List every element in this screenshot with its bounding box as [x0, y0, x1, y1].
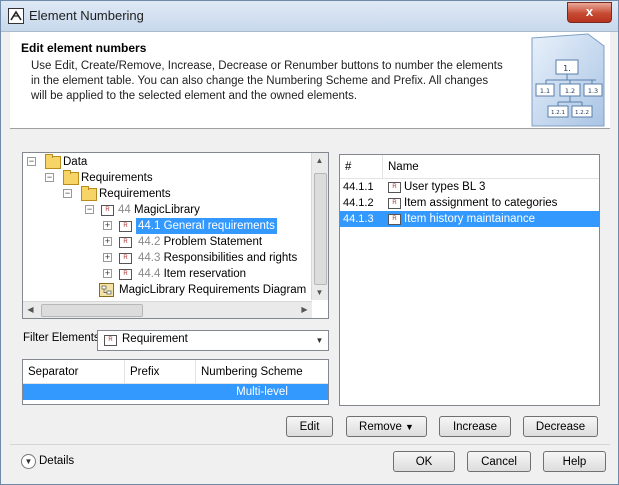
ok-button-label: OK [415, 456, 433, 468]
scroll-down-arrow-icon[interactable]: ▼ [312, 285, 327, 300]
collapse-icon[interactable]: − [63, 189, 72, 198]
table-row[interactable]: 44.1.1 R User types BL 3 [340, 179, 599, 195]
help-button[interactable]: Help [543, 451, 606, 472]
tree-item-label: MagicLibrary Requirements Diagram [119, 284, 307, 296]
filter-value: Requirement [122, 333, 188, 345]
header-title: Edit element numbers [21, 41, 147, 55]
tree-item-number: 44.4 [138, 268, 161, 280]
tree-item-number: 44.2 [138, 236, 161, 248]
column-header-numbering-scheme[interactable]: Numbering Scheme [196, 360, 328, 384]
tree-item-number: 44 [118, 204, 131, 216]
numbering-graphic-icon: 1. 1.1 1.2 1.3 1.2.1 1.2.2 [531, 33, 605, 127]
requirement-icon: R [119, 253, 132, 264]
graphic-root-label: 1. [563, 64, 571, 73]
table-row[interactable]: 44.1.3 R Item history maintainance [340, 211, 599, 227]
table-row[interactable]: Multi-level [23, 384, 328, 400]
tree-item-label: Item reservation [163, 268, 247, 280]
dropdown-arrow-icon: ▼ [405, 422, 414, 432]
numbering-scheme-cell[interactable]: Multi-level [196, 384, 328, 400]
element-name: Item assignment to categories [404, 197, 558, 209]
requirement-icon: R [119, 221, 132, 232]
element-number: 44.1.3 [343, 213, 374, 225]
ok-button[interactable]: OK [393, 451, 455, 472]
scroll-thumb[interactable] [314, 173, 327, 285]
tree-item-label: Problem Statement [163, 236, 263, 248]
increase-button-label: Increase [452, 421, 498, 433]
close-button[interactable]: x [567, 2, 612, 23]
chevron-down-circle-icon[interactable]: ▼ [21, 454, 36, 469]
tree-item-label: Responsibilities and rights [163, 252, 298, 264]
graphic-child-label: 1.3 [588, 87, 598, 95]
tree-item-number: 44.1 [138, 220, 161, 232]
decrease-button-label: Decrease [535, 421, 586, 433]
window-title: Element Numbering [29, 8, 144, 23]
graphic-leaf-label: 1.2.1 [551, 110, 565, 116]
tree-item-label: Requirements [99, 188, 171, 200]
element-table[interactable]: # Name 44.1.1 R User types BL 3 44.1.2 R… [339, 154, 600, 406]
folder-icon [63, 170, 79, 185]
footer-divider [10, 444, 610, 445]
element-number: 44.1.2 [343, 197, 374, 209]
graphic-child-label: 1.1 [540, 87, 550, 95]
edit-button[interactable]: Edit [286, 416, 333, 437]
tree-item-label: Requirements [81, 172, 153, 184]
collapse-icon[interactable]: − [85, 205, 94, 214]
element-number: 44.1.1 [343, 181, 374, 193]
folder-icon [81, 186, 97, 201]
remove-button[interactable]: Remove ▼ [346, 416, 427, 437]
expand-icon[interactable]: + [103, 253, 112, 262]
scroll-right-arrow-icon[interactable]: ▶ [297, 302, 312, 317]
requirement-icon: R [388, 198, 401, 209]
filter-elements-combo[interactable]: R Requirement ▼ [97, 330, 329, 351]
requirement-icon: R [101, 205, 114, 216]
collapse-icon[interactable]: − [45, 173, 54, 182]
requirement-icon: R [388, 214, 401, 225]
scroll-thumb[interactable] [41, 304, 143, 317]
column-header-separator[interactable]: Separator [23, 360, 125, 384]
model-tree[interactable]: − Data − Requirements − Requirements − R… [22, 152, 329, 319]
element-name: Item history maintainance [404, 213, 536, 225]
requirement-icon: R [388, 182, 401, 193]
numbering-scheme-table[interactable]: Separator Prefix Numbering Scheme Multi-… [22, 359, 329, 405]
scroll-left-arrow-icon[interactable]: ◀ [23, 302, 38, 317]
requirement-icon: R [119, 269, 132, 280]
remove-button-label: Remove [359, 421, 402, 433]
diagram-icon [99, 283, 114, 297]
chevron-down-icon[interactable]: ▼ [312, 332, 327, 349]
column-header-prefix[interactable]: Prefix [125, 360, 196, 384]
edit-button-label: Edit [299, 421, 320, 433]
expand-icon[interactable]: + [103, 221, 112, 230]
header-panel: Edit element numbers Use Edit, Create/Re… [10, 32, 610, 129]
column-header-name[interactable]: Name [383, 155, 599, 179]
app-icon [8, 8, 24, 24]
tree-item-label: General requirements [163, 220, 275, 232]
tree-vertical-scrollbar[interactable]: ▲ ▼ [311, 153, 328, 300]
increase-button[interactable]: Increase [439, 416, 511, 437]
expand-icon[interactable]: + [103, 237, 112, 246]
header-description: Use Edit, Create/Remove, Increase, Decre… [31, 60, 503, 102]
package-folder-icon [45, 154, 61, 169]
tree-item-number: 44.3 [138, 252, 161, 264]
cancel-button-label: Cancel [481, 456, 517, 468]
requirement-icon: R [119, 237, 132, 248]
tree-item-label: MagicLibrary [134, 204, 200, 216]
element-name: User types BL 3 [404, 181, 486, 193]
table-row[interactable]: 44.1.2 R Item assignment to categories [340, 195, 599, 211]
graphic-child-label: 1.2 [565, 87, 575, 95]
collapse-icon[interactable]: − [27, 157, 36, 166]
details-toggle[interactable]: Details [39, 455, 74, 467]
title-bar[interactable]: Element Numbering x [1, 1, 618, 32]
graphic-leaf-label: 1.2.2 [575, 110, 589, 116]
cancel-button[interactable]: Cancel [467, 451, 531, 472]
help-button-label: Help [562, 456, 587, 468]
column-header-number[interactable]: # [340, 155, 383, 179]
requirement-icon: R [104, 335, 117, 346]
expand-icon[interactable]: + [103, 269, 112, 278]
tree-horizontal-scrollbar[interactable]: ◀ ▶ [23, 301, 312, 318]
scroll-up-arrow-icon[interactable]: ▲ [312, 153, 327, 168]
filter-elements-label: Filter Elements [23, 332, 100, 344]
tree-item-label: Data [63, 156, 88, 168]
element-numbering-dialog: Element Numbering x Edit element numbers… [0, 0, 619, 485]
decrease-button[interactable]: Decrease [523, 416, 598, 437]
